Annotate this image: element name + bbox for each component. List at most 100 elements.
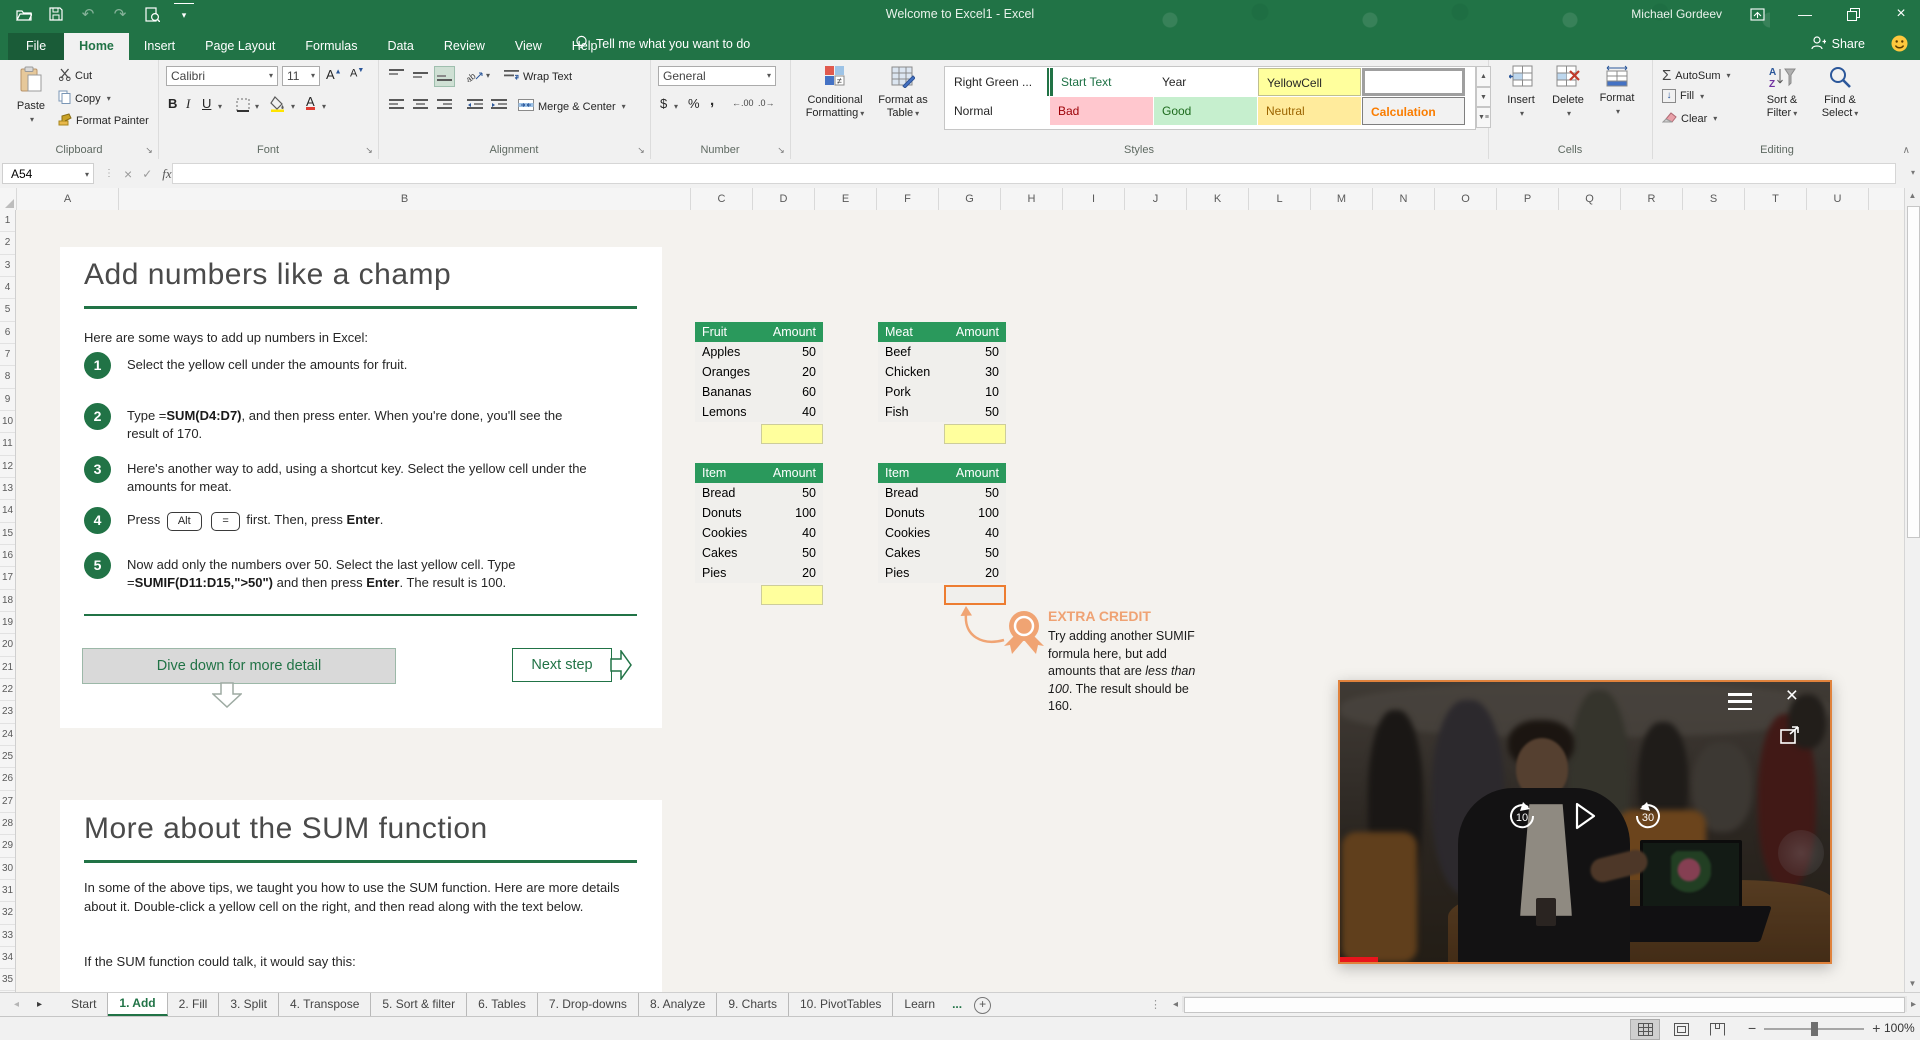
sheet-tab[interactable]: 9. Charts — [717, 993, 789, 1016]
borders-dropdown-arrow[interactable]: ▾ — [255, 102, 259, 111]
row-header[interactable]: 10 — [0, 411, 15, 434]
account-user-name[interactable]: Michael Gordeev — [1631, 7, 1722, 21]
tell-me-box[interactable]: Tell me what you want to do — [575, 28, 750, 60]
horizontal-scrollbar[interactable]: ⋮ ◂ ▸ — [1150, 993, 1920, 1015]
sum-target-cell-yellow[interactable] — [761, 424, 823, 444]
align-bottom-button[interactable] — [434, 66, 455, 87]
cell-style-option[interactable]: Calculation — [1362, 97, 1465, 125]
forward-30-button[interactable]: 30 — [1632, 800, 1664, 837]
scroll-down-icon[interactable]: ▼ — [1905, 976, 1920, 992]
item-cell[interactable]: Bread — [695, 483, 761, 503]
item-cell[interactable]: Fish — [878, 402, 944, 422]
row-header[interactable]: 2 — [0, 232, 15, 255]
row-header[interactable]: 20 — [0, 634, 15, 657]
insert-cells-button[interactable]: Insert ▾ — [1500, 65, 1542, 120]
comma-format-button[interactable]: , — [710, 92, 714, 109]
video-close-icon[interactable]: × — [1786, 684, 1798, 708]
merge-center-button[interactable]: Merge & Center ▾ — [518, 99, 626, 114]
sheet-tab[interactable]: 6. Tables — [467, 993, 538, 1016]
orientation-button[interactable]: ab — [464, 66, 486, 88]
cell-style-option[interactable]: Year — [1154, 68, 1257, 96]
column-header[interactable]: P — [1497, 188, 1559, 210]
row-header[interactable]: 21 — [0, 657, 15, 679]
increase-decimal-button[interactable]: ←.00 — [732, 98, 754, 108]
amount-cell[interactable]: 40 — [761, 523, 823, 543]
amount-cell[interactable]: 50 — [944, 483, 1006, 503]
row-header[interactable]: 8 — [0, 366, 15, 389]
item-cell[interactable]: Lemons — [695, 402, 761, 422]
align-middle-button[interactable] — [410, 66, 431, 87]
row-header[interactable]: 12 — [0, 456, 15, 478]
row-header[interactable]: 23 — [0, 701, 15, 724]
sheet-tab[interactable]: 4. Transpose — [279, 993, 372, 1016]
table-header-cell[interactable]: Amount — [761, 322, 823, 342]
autosum-button[interactable]: Σ AutoSum ▾ — [1662, 67, 1731, 84]
row-header[interactable]: 34 — [0, 947, 15, 970]
name-box-splitter[interactable]: ⋮ — [104, 168, 114, 179]
row-header[interactable]: 22 — [0, 679, 15, 702]
fill-button[interactable]: ↓ Fill ▾ — [1662, 89, 1704, 103]
page-break-view-button[interactable] — [1702, 1019, 1732, 1040]
sheet-nav-left-icon[interactable]: ◂ — [14, 999, 19, 1010]
sheet-tab[interactable]: 5. Sort & filter — [371, 993, 468, 1016]
row-header[interactable]: 17 — [0, 567, 15, 590]
italic-button[interactable]: I — [186, 96, 190, 112]
row-header[interactable]: 9 — [0, 389, 15, 411]
item-cell[interactable]: Chicken — [878, 362, 944, 382]
row-header[interactable]: 13 — [0, 478, 15, 501]
cell-style-option[interactable]: Neutral — [1258, 97, 1361, 125]
format-cells-button[interactable]: Format ▾ — [1594, 65, 1640, 118]
cell-style-option[interactable]: Bad — [1050, 97, 1153, 125]
column-header[interactable]: J — [1125, 188, 1187, 210]
hscroll-left-icon[interactable]: ◂ — [1169, 999, 1182, 1010]
item-cell[interactable]: Donuts — [695, 503, 761, 523]
row-header[interactable]: 27 — [0, 791, 15, 813]
ribbon-tab[interactable]: Review — [429, 33, 500, 60]
insert-function-icon[interactable]: fx — [162, 166, 171, 182]
underline-button[interactable]: U — [202, 96, 211, 111]
rewind-10-button[interactable]: 10 — [1506, 800, 1538, 837]
font-family-select[interactable]: Calibri ▾ — [166, 66, 278, 86]
column-header[interactable]: E — [815, 188, 877, 210]
sum-target-cell-yellow[interactable] — [944, 424, 1006, 444]
sort-filter-button[interactable]: AZ Sort & Filter ▾ — [1756, 65, 1808, 120]
item-cell[interactable]: Cookies — [695, 523, 761, 543]
column-header[interactable]: G — [939, 188, 1001, 210]
collapse-ribbon-icon[interactable]: ∧ — [1903, 145, 1910, 156]
ribbon-tab[interactable]: File — [8, 33, 65, 60]
amount-cell[interactable]: 50 — [761, 483, 823, 503]
increase-indent-button[interactable] — [488, 96, 510, 117]
normal-view-button[interactable] — [1630, 1019, 1660, 1040]
font-size-select[interactable]: 11 ▾ — [282, 66, 320, 86]
align-right-button[interactable] — [434, 96, 455, 117]
amount-cell[interactable]: 50 — [944, 342, 1006, 362]
item-cell[interactable]: Donuts — [878, 503, 944, 523]
row-header[interactable]: 3 — [0, 255, 15, 277]
column-header[interactable]: F — [877, 188, 939, 210]
amount-cell[interactable]: 20 — [944, 563, 1006, 583]
zoom-slider[interactable] — [1764, 1021, 1865, 1036]
number-format-select[interactable]: General ▾ — [658, 66, 776, 86]
row-header[interactable]: 14 — [0, 500, 15, 523]
row-header[interactable]: 6 — [0, 322, 15, 344]
column-header[interactable]: K — [1187, 188, 1249, 210]
paste-dropdown-arrow[interactable]: ▾ — [30, 113, 34, 126]
cell-style-option[interactable]: Normal — [946, 97, 1049, 125]
find-select-button[interactable]: Find & Select ▾ — [1814, 65, 1866, 120]
clear-button[interactable]: Clear ▾ — [1661, 111, 1717, 126]
row-header[interactable]: 24 — [0, 724, 15, 746]
item-cell[interactable]: Bananas — [695, 382, 761, 402]
conditional-formatting-button[interactable]: ≠ Conditional Formatting ▾ — [802, 64, 868, 120]
hscroll-right-icon[interactable]: ▸ — [1907, 999, 1920, 1010]
alignment-dialog-launcher[interactable]: ↘ — [635, 144, 647, 156]
column-header[interactable]: I — [1063, 188, 1125, 210]
table-header-cell[interactable]: Fruit — [695, 322, 761, 342]
table-header-cell[interactable]: Amount — [761, 463, 823, 483]
amount-cell[interactable]: 50 — [944, 402, 1006, 422]
horizontal-scroll-thumb[interactable] — [1184, 997, 1905, 1013]
amount-cell[interactable]: 10 — [944, 382, 1006, 402]
vertical-scroll-thumb[interactable] — [1907, 206, 1920, 538]
row-header[interactable]: 33 — [0, 925, 15, 947]
row-header[interactable]: 15 — [0, 523, 15, 545]
video-progress-bar[interactable] — [1340, 957, 1378, 962]
